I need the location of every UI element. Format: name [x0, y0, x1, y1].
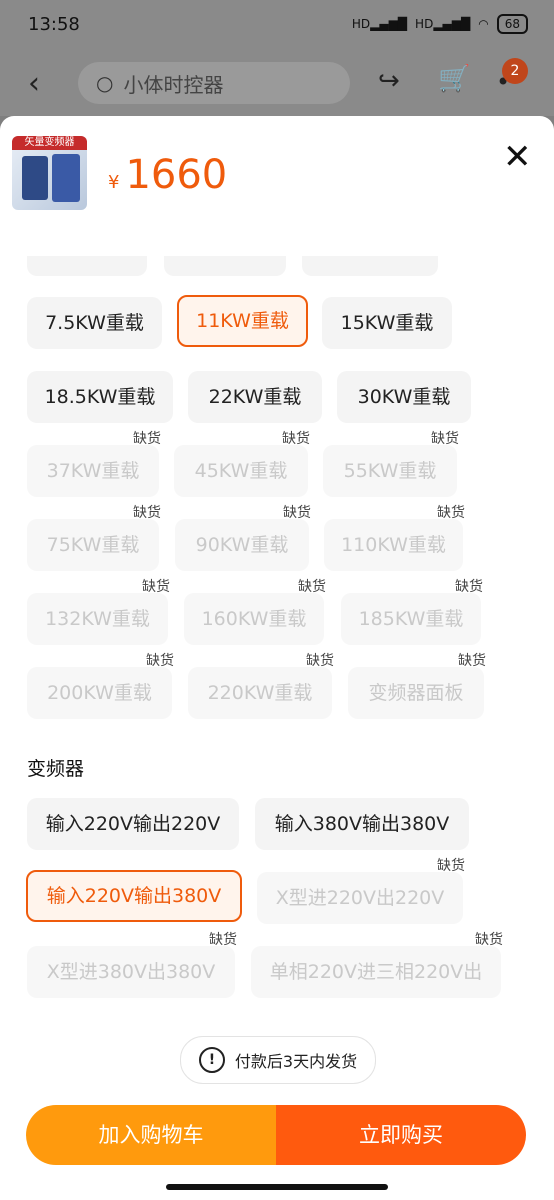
exclamation-icon: !: [198, 1047, 225, 1073]
out-of-stock-tag: 缺货: [458, 653, 486, 669]
option-chip[interactable]: 18.5KW重载: [27, 371, 173, 423]
out-of-stock-tag: 缺货: [306, 653, 334, 669]
option-chip-disabled[interactable]: 185KW重载 缺货: [341, 579, 483, 645]
option-chip-disabled[interactable]: 45KW重载 缺货: [174, 431, 310, 497]
option-chip-disabled[interactable]: 37KW重载 缺货: [27, 431, 161, 497]
out-of-stock-tag: 缺货: [431, 431, 459, 447]
out-of-stock-tag: 缺货: [283, 505, 311, 521]
option-chip[interactable]: 15KW重载: [322, 297, 452, 349]
option-chip-disabled[interactable]: 160KW重载 缺货: [184, 579, 326, 645]
search-icon: ○: [96, 71, 114, 95]
price: ¥1660: [108, 152, 227, 198]
option-chip-disabled[interactable]: X型进220V出220V 缺货: [257, 858, 465, 924]
option-chip[interactable]: 22KW重载: [188, 371, 322, 423]
price-currency: ¥: [108, 172, 120, 193]
device-image: [22, 156, 48, 200]
close-icon[interactable]: ✕: [503, 140, 532, 174]
price-value: 1660: [125, 152, 228, 198]
battery-icon: 68: [496, 14, 528, 34]
wifi-icon: ◠: [478, 17, 489, 31]
option-chip-disabled[interactable]: 200KW重载 缺货: [27, 653, 174, 719]
out-of-stock-tag: 缺货: [133, 431, 161, 447]
top-app-bar: ‹ ○ 小体时控器 ↪ 🛒 • 2: [0, 50, 554, 116]
option-chip[interactable]: 输入380V输出380V: [255, 798, 469, 850]
search-bar[interactable]: ○ 小体时控器: [78, 62, 350, 104]
cart-icon[interactable]: 🛒: [438, 64, 470, 94]
option-chip-partial[interactable]: [27, 256, 147, 276]
out-of-stock-tag: 缺货: [282, 431, 310, 447]
option-chip-disabled[interactable]: X型进380V出380V 缺货: [27, 932, 237, 998]
action-bar: 加入购物车 立即购买: [26, 1105, 526, 1165]
option-chip-disabled[interactable]: 90KW重载 缺货: [175, 505, 311, 571]
option-chip[interactable]: 7.5KW重载: [27, 297, 162, 349]
option-chip-disabled[interactable]: 75KW重载 缺货: [27, 505, 161, 571]
back-arrow-icon[interactable]: ‹: [28, 66, 40, 101]
option-chip-disabled[interactable]: 132KW重载 缺货: [27, 579, 170, 645]
option-chip-disabled[interactable]: 110KW重载 缺货: [324, 505, 465, 571]
option-chip[interactable]: 30KW重载: [337, 371, 471, 423]
out-of-stock-tag: 缺货: [146, 653, 174, 669]
section-title: 变频器: [27, 758, 85, 780]
option-chip-partial[interactable]: [302, 256, 438, 276]
thumbnail-caption: 矢量变频器: [12, 136, 87, 150]
out-of-stock-tag: 缺货: [455, 579, 483, 595]
out-of-stock-tag: 缺货: [475, 932, 503, 948]
shipping-notice: ! 付款后3天内发货: [180, 1036, 376, 1084]
out-of-stock-tag: 缺货: [437, 505, 465, 521]
shipping-notice-text: 付款后3天内发货: [234, 1052, 358, 1071]
status-bar: 13:58 HD▂▄▆█ HD▂▄▆█ ◠ 68: [0, 0, 554, 50]
option-chip-partial[interactable]: [164, 256, 286, 276]
buy-now-button[interactable]: 立即购买: [276, 1105, 526, 1165]
out-of-stock-tag: 缺货: [437, 858, 465, 874]
home-indicator[interactable]: [166, 1184, 388, 1190]
share-icon[interactable]: ↪: [378, 66, 400, 96]
option-chip-selected[interactable]: 输入220V输出380V: [26, 870, 242, 922]
option-chip-selected[interactable]: 11KW重载: [177, 295, 308, 347]
status-icons: HD▂▄▆█ HD▂▄▆█ ◠ 68: [352, 14, 528, 34]
out-of-stock-tag: 缺货: [298, 579, 326, 595]
option-chip[interactable]: 输入220V输出220V: [27, 798, 239, 850]
out-of-stock-tag: 缺货: [209, 932, 237, 948]
out-of-stock-tag: 缺货: [142, 579, 170, 595]
signal-icon-2: HD▂▄▆█: [415, 17, 471, 31]
option-chip-disabled[interactable]: 变频器面板 缺货: [348, 653, 486, 719]
search-text: 小体时控器: [123, 72, 224, 97]
option-chip-disabled[interactable]: 单相220V进三相220V出 缺货: [251, 932, 503, 998]
option-chip-disabled[interactable]: 220KW重载 缺货: [188, 653, 334, 719]
add-to-cart-button[interactable]: 加入购物车: [26, 1105, 276, 1165]
out-of-stock-tag: 缺货: [133, 505, 161, 521]
cart-count-badge: 2: [502, 58, 528, 84]
clock: 13:58: [28, 14, 80, 35]
device-image: [52, 154, 80, 202]
sku-selector-sheet: 矢量变频器 ¥1660 ✕ 7.5KW重载 11KW重载 15KW重载 18.5…: [0, 116, 554, 1200]
option-chip-disabled[interactable]: 55KW重载 缺货: [323, 431, 459, 497]
signal-icon: HD▂▄▆█: [351, 17, 408, 31]
product-thumbnail[interactable]: 矢量变频器: [12, 136, 87, 210]
